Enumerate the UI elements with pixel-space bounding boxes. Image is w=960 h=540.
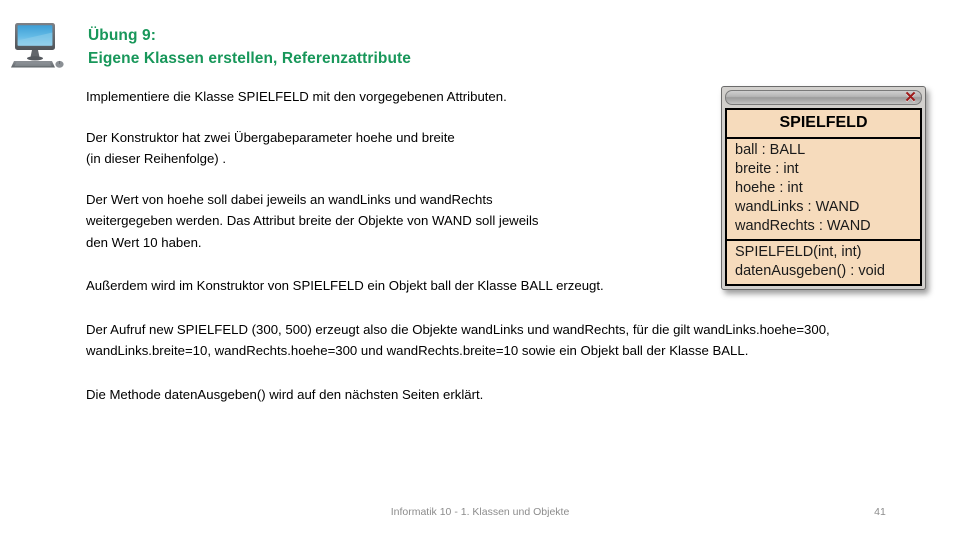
page-title: Übung 9: Eigene Klassen erstellen, Refer… xyxy=(88,24,708,70)
uml-class-box: SPIELFELD ball : BALL breite : int hoehe… xyxy=(725,108,922,286)
footer-text: Informatik 10 - 1. Klassen und Objekte xyxy=(390,506,570,518)
uml-attribute-row: wandLinks : WAND xyxy=(735,199,860,215)
paragraph-2: Der Konstruktor hat zwei Übergabeparamet… xyxy=(86,129,455,167)
uml-methods-compartment: SPIELFELD(int, int) datenAusgeben() : vo… xyxy=(727,241,920,284)
uml-class-window: ✕ SPIELFELD ball : BALL breite : int hoe… xyxy=(721,86,926,290)
paragraph-6: Die Methode datenAusgeben() wird auf den… xyxy=(86,386,484,402)
page-number: 41 xyxy=(874,506,886,518)
uml-attribute-row: breite : int xyxy=(735,161,799,177)
uml-attribute-row: ball : BALL xyxy=(735,142,806,158)
uml-method-row: datenAusgeben() : void xyxy=(735,263,885,279)
uml-attribute-row: hoehe : int xyxy=(735,180,803,196)
paragraph-5: Der Aufruf new SPIELFELD (300, 500) erze… xyxy=(86,321,830,359)
window-title-bar[interactable]: ✕ xyxy=(725,90,922,105)
close-icon[interactable]: ✕ xyxy=(903,90,918,106)
paragraph-3: Der Wert von hoehe soll dabei jeweils an… xyxy=(86,191,539,250)
uml-attributes-compartment: ball : BALL breite : int hoehe : int wan… xyxy=(727,139,920,241)
uml-attribute-row: wandRechts : WAND xyxy=(735,218,871,234)
desktop-computer-icon xyxy=(8,20,66,70)
page-title-line-1: Übung 9: xyxy=(88,27,156,44)
slide-footer: Informatik 10 - 1. Klassen und Objekte 4… xyxy=(0,506,960,526)
uml-method-row: SPIELFELD(int, int) xyxy=(735,244,862,260)
paragraph-1: Implementiere die Klasse SPIELFELD mit d… xyxy=(86,89,507,104)
page-title-line-2: Eigene Klassen erstellen, Referenzattrib… xyxy=(88,50,412,67)
uml-class-name: SPIELFELD xyxy=(727,110,920,139)
